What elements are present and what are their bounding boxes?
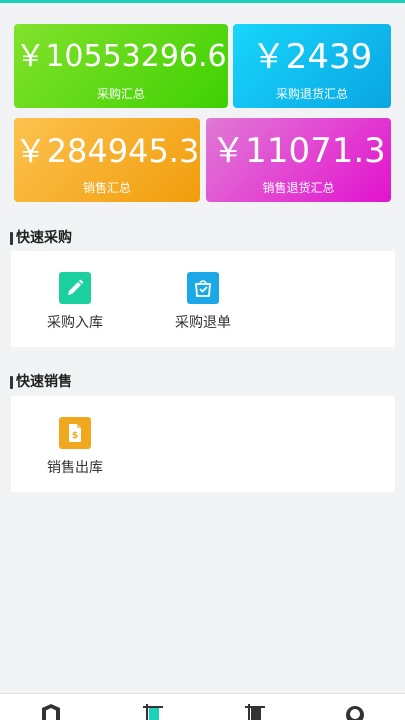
sales-outbound-label: 销售出库 <box>47 460 103 476</box>
sales-summary-amount: ￥284945.3 <box>14 132 200 170</box>
sales-doc-icon <box>245 704 265 720</box>
pencil-icon <box>59 272 91 304</box>
tab-profile[interactable] <box>343 703 367 720</box>
sales-summary-card[interactable]: ￥284945.3 销售汇总 <box>14 118 200 202</box>
quick-sales-title: 快速销售 <box>10 373 72 391</box>
quick-purchase-panel: 采购入库 采购退单 <box>11 251 395 347</box>
purchase-summary-card[interactable]: ￥10553296.6 采购汇总 <box>14 24 228 108</box>
purchase-summary-amount: ￥10553296.6 <box>15 39 227 74</box>
sales-summary-label: 销售汇总 <box>82 181 131 195</box>
purchase-inbound-button[interactable]: 采购入库 <box>25 272 125 332</box>
purchase-summary-label: 采购汇总 <box>96 87 145 101</box>
tab-home[interactable] <box>39 703 63 720</box>
purchase-return-summary-amount: ￥2439 <box>251 37 373 77</box>
app-screen: ￥10553296.6 采购汇总 ￥2439 采购退货汇总 ￥284945.3 … <box>0 0 405 720</box>
return-bag-icon <box>187 272 219 304</box>
profile-icon <box>346 706 364 720</box>
sales-outbound-button[interactable]: $ 销售出库 <box>25 417 125 477</box>
svg-text:$: $ <box>72 431 78 441</box>
top-accent-line <box>0 0 405 3</box>
tab-sales[interactable] <box>243 703 267 720</box>
dollar-doc-icon: $ <box>59 417 91 449</box>
purchase-return-label: 采购退单 <box>175 315 231 331</box>
purchase-return-summary-card[interactable]: ￥2439 采购退货汇总 <box>233 24 391 108</box>
purchase-return-button[interactable]: 采购退单 <box>153 272 253 332</box>
quick-sales-panel: $ 销售出库 <box>11 396 395 492</box>
bottom-tab-bar <box>0 693 405 720</box>
home-icon <box>42 704 60 720</box>
tab-purchase[interactable] <box>141 703 165 720</box>
sales-return-summary-card[interactable]: ￥11071.3 销售退货汇总 <box>206 118 391 202</box>
purchase-inbound-label: 采购入库 <box>47 315 103 331</box>
purchase-doc-icon <box>143 704 163 720</box>
quick-purchase-title: 快速采购 <box>10 229 72 247</box>
sales-return-summary-amount: ￥11071.3 <box>211 131 386 171</box>
sales-return-summary-label: 销售退货汇总 <box>262 181 335 195</box>
purchase-return-summary-label: 采购退货汇总 <box>275 87 348 101</box>
